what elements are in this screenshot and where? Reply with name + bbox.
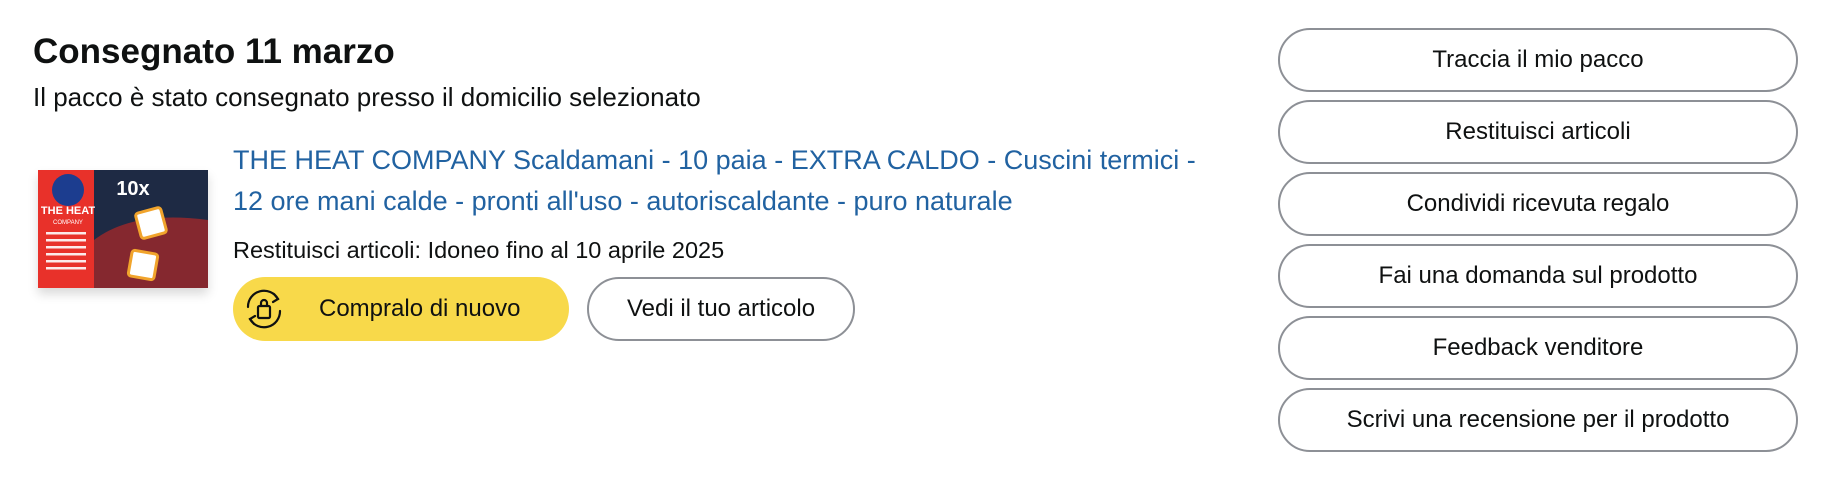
delivery-status-subtitle: Il pacco è stato consegnato presso il do… <box>33 82 701 112</box>
write-review-button[interactable]: Scrivi una recensione per il prodotto <box>1278 388 1798 452</box>
seller-feedback-button[interactable]: Feedback venditore <box>1278 316 1798 380</box>
delivery-status-title: Consegnato 11 marzo <box>33 32 395 71</box>
view-item-button[interactable]: Vedi il tuo articolo <box>587 277 855 341</box>
order-actions-panel: Traccia il mio pacco Restituisci articol… <box>1278 28 1798 460</box>
track-package-button[interactable]: Traccia il mio pacco <box>1278 28 1798 92</box>
share-gift-receipt-button[interactable]: Condividi ricevuta regalo <box>1278 172 1798 236</box>
buy-again-label: Compralo di nuovo <box>319 295 521 322</box>
product-pack-count: 10x <box>116 178 149 200</box>
reorder-bag-icon <box>240 285 288 333</box>
return-eligibility-text: Restituisci articoli: Idoneo fino al 10 … <box>233 237 725 263</box>
ask-product-question-button[interactable]: Fai una domanda sul prodotto <box>1278 244 1798 308</box>
product-brand-sub: COMPANY <box>53 220 83 226</box>
buy-again-button[interactable]: Compralo di nuovo <box>233 277 569 341</box>
product-brand-text: THE HEAT <box>41 205 95 217</box>
product-image[interactable]: THE HEAT COMPANY 10x <box>38 170 208 288</box>
return-items-button[interactable]: Restituisci articoli <box>1278 100 1798 164</box>
product-title-link[interactable]: THE HEAT COMPANY Scaldamani - 10 paia - … <box>233 140 1233 222</box>
